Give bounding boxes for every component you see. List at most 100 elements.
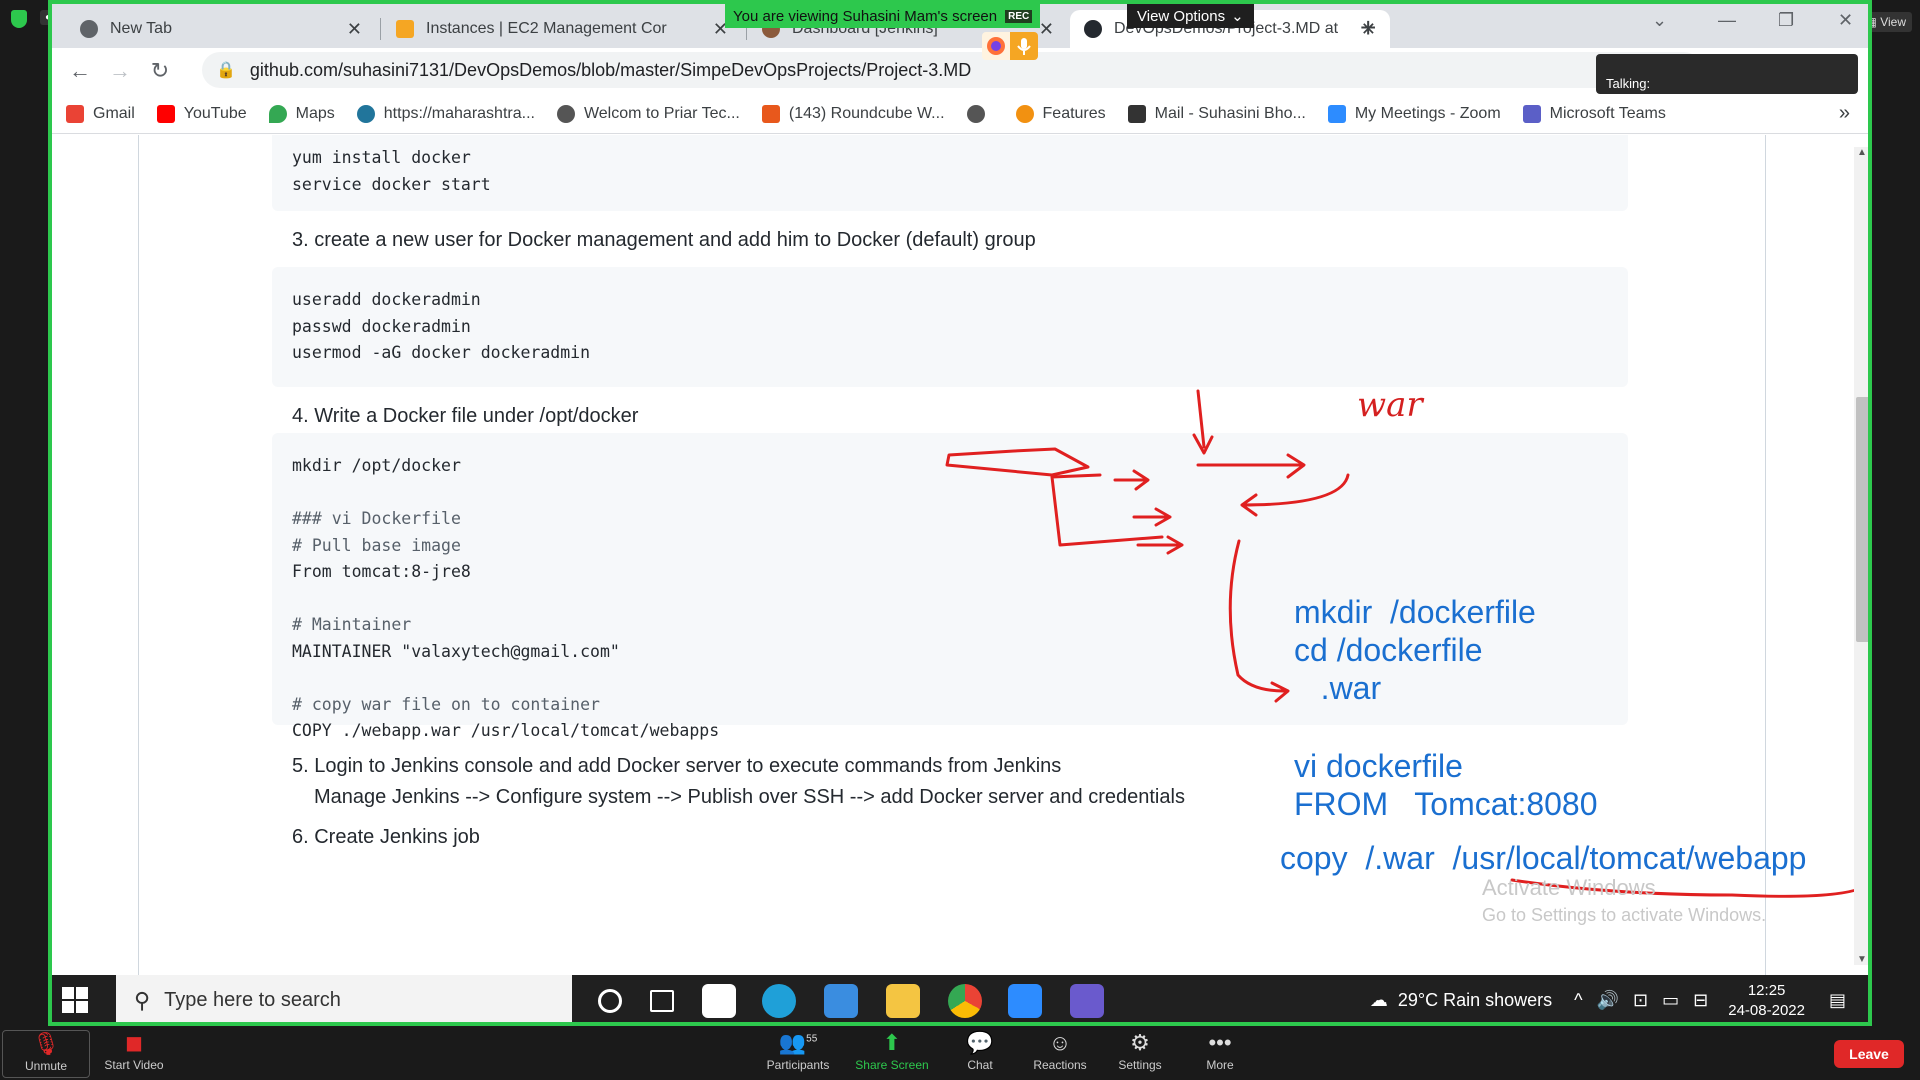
file-explorer-icon[interactable] bbox=[886, 984, 920, 1018]
gmail-icon bbox=[66, 104, 84, 123]
youtube-icon bbox=[156, 104, 175, 123]
more-dots-icon: ••• bbox=[1208, 1030, 1232, 1055]
clock-date: 24-08-2022 bbox=[1728, 1001, 1805, 1019]
step-3-text: 3. create a new user for Docker manageme… bbox=[292, 229, 1036, 251]
reactions-button[interactable]: ☺ Reactions bbox=[1020, 1030, 1100, 1072]
chevron-down-icon: ⌄ bbox=[1231, 8, 1244, 25]
bookmark-priar[interactable]: Welcom to Priar Tec... bbox=[556, 104, 740, 123]
features-icon bbox=[1015, 104, 1034, 123]
share-screen-button[interactable]: ⬆ Share Screen bbox=[852, 1030, 932, 1072]
leave-button[interactable]: Leave bbox=[1834, 1040, 1904, 1068]
bookmark-teams[interactable]: Microsoft Teams bbox=[1522, 104, 1666, 123]
clock[interactable]: 12:25 24-08-2022 bbox=[1728, 981, 1805, 1021]
microphone-icon bbox=[1010, 32, 1038, 60]
chrome-taskbar-icon[interactable] bbox=[948, 984, 982, 1018]
bookmark-maharashtra[interactable]: https://maharashtra... bbox=[356, 104, 535, 123]
weather-icon[interactable]: ☁ bbox=[1370, 990, 1388, 1011]
notifications-icon[interactable]: ▤ bbox=[1829, 990, 1846, 1011]
bookmark-roundcube[interactable]: (143) Roundcube W... bbox=[761, 104, 945, 123]
mail-icon[interactable] bbox=[824, 984, 858, 1018]
tab-new-tab[interactable]: New Tab ✕ bbox=[66, 10, 376, 48]
share-indicators bbox=[982, 32, 1038, 60]
tab-search-chevron-icon[interactable]: ⌄ bbox=[1652, 10, 1667, 31]
restore-button[interactable]: ❐ bbox=[1778, 10, 1794, 31]
view-options-button[interactable]: View Options ⌄ bbox=[1127, 4, 1254, 28]
page-scrollbar[interactable]: ▲ ▼ bbox=[1854, 147, 1868, 965]
bookmark-globe[interactable] bbox=[966, 104, 994, 123]
clock-time: 12:25 bbox=[1747, 981, 1786, 999]
reload-icon[interactable]: ↻ bbox=[140, 58, 180, 84]
cortana-icon[interactable] bbox=[598, 989, 622, 1013]
search-placeholder: Type here to search bbox=[164, 989, 341, 1011]
tab-ec2-instances[interactable]: Instances | EC2 Management Cor ✕ bbox=[382, 10, 742, 48]
task-view-icon[interactable] bbox=[650, 990, 674, 1012]
new-tab-button[interactable]: + bbox=[1360, 12, 1376, 44]
taskbar-search-input[interactable]: ⚲ Type here to search bbox=[116, 975, 572, 1022]
firefox-icon bbox=[982, 32, 1010, 60]
weather-text[interactable]: 29°C Rain showers bbox=[1398, 990, 1552, 1011]
lock-icon[interactable]: 🔒 bbox=[216, 60, 236, 80]
show-hidden-icons-chevron-icon[interactable]: ^ bbox=[1574, 990, 1582, 1011]
microsoft-store-icon[interactable] bbox=[702, 984, 736, 1018]
scrollbar-thumb[interactable] bbox=[1856, 397, 1868, 642]
tab-title: Instances | EC2 Management Cor bbox=[426, 20, 667, 37]
annotation-copy-line: copy /.war /usr/local/tomcat/webapp bbox=[1280, 840, 1807, 876]
security-shield-icon[interactable] bbox=[11, 10, 27, 28]
muted-microphone-icon: 🎙 bbox=[32, 1031, 60, 1056]
more-button[interactable]: ••• More bbox=[1180, 1030, 1260, 1072]
start-video-button[interactable]: ◼ Start Video bbox=[94, 1030, 174, 1072]
shared-screen: New Tab ✕ Instances | EC2 Management Cor… bbox=[48, 0, 1872, 1026]
gear-icon: ⚙ bbox=[1130, 1030, 1150, 1055]
participants-button[interactable]: 👥55 Participants bbox=[758, 1030, 838, 1072]
rec-indicator: REC bbox=[1005, 9, 1033, 23]
bookmark-mail[interactable]: Mail - Suhasini Bho... bbox=[1127, 104, 1306, 123]
video-off-icon: ◼ bbox=[124, 1030, 144, 1055]
zoom-taskbar-icon[interactable] bbox=[1008, 984, 1042, 1018]
minimize-button[interactable]: — bbox=[1718, 10, 1736, 31]
unmute-button[interactable]: 🎙 Unmute bbox=[2, 1030, 90, 1078]
bookmark-youtube[interactable]: YouTube bbox=[156, 104, 247, 123]
close-tab-icon[interactable]: ✕ bbox=[1039, 19, 1054, 40]
reactions-icon: ☺ bbox=[1048, 1030, 1072, 1055]
close-tab-icon[interactable]: ✕ bbox=[347, 19, 362, 40]
activate-windows-watermark: Activate Windows Go to Settings to activ… bbox=[1482, 875, 1767, 925]
globe-icon bbox=[556, 104, 575, 123]
back-arrow-icon[interactable]: ← bbox=[60, 58, 100, 84]
remote-desktop-icon[interactable] bbox=[1070, 984, 1104, 1018]
windows-taskbar: ⚲ Type here to search ☁ 29°C Rain shower… bbox=[52, 975, 1868, 1022]
system-tray: ☁ 29°C Rain showers ^ 🔊 ⊡ ▭ ⊟ 12:25 24-0… bbox=[1370, 975, 1868, 1022]
participants-icon: 👥55 bbox=[778, 1030, 818, 1055]
close-window-button[interactable]: ✕ bbox=[1838, 10, 1853, 31]
teams-icon bbox=[1522, 104, 1541, 123]
bookmark-zoom-meetings[interactable]: My Meetings - Zoom bbox=[1327, 104, 1501, 123]
annotation-block-1: mkdir /dockerfile cd /dockerfile .war bbox=[1294, 594, 1536, 706]
code-block-install-docker: yum install docker service docker start bbox=[272, 135, 1628, 211]
edge-icon[interactable] bbox=[762, 984, 796, 1018]
display-icon[interactable]: ⊟ bbox=[1693, 990, 1708, 1011]
viewing-banner-text: You are viewing Suhasini Mam's screen bbox=[733, 7, 998, 25]
mail-ox-icon bbox=[1127, 104, 1146, 123]
more-bookmarks-icon[interactable]: » bbox=[1839, 102, 1850, 125]
maps-icon bbox=[268, 104, 287, 123]
bookmark-maps[interactable]: Maps bbox=[268, 104, 335, 123]
bookmark-features[interactable]: Features bbox=[1015, 104, 1106, 123]
bookmarks-bar: Gmail YouTube Maps https://maharashtra..… bbox=[52, 94, 1868, 134]
windows-start-icon[interactable] bbox=[60, 985, 90, 1015]
volume-icon[interactable]: 🔊 bbox=[1597, 990, 1619, 1011]
settings-button[interactable]: ⚙ Settings bbox=[1100, 1030, 1180, 1072]
github-page: yum install docker service docker start 3… bbox=[52, 135, 1868, 975]
step-6-text: 6. Create Jenkins job bbox=[292, 826, 480, 848]
step-5-text: 5. Login to Jenkins console and add Dock… bbox=[292, 755, 1062, 777]
address-bar[interactable]: 🔒 github.com/suhasini7131/DevOpsDemos/bl… bbox=[202, 52, 1702, 88]
globe-icon bbox=[966, 104, 985, 123]
step-4-text: 4. Write a Docker file under /opt/docker bbox=[292, 405, 639, 427]
viewing-banner: You are viewing Suhasini Mam's screen RE… bbox=[725, 4, 1041, 28]
cpanel-icon bbox=[761, 104, 780, 123]
bookmark-gmail[interactable]: Gmail bbox=[66, 104, 135, 123]
battery-icon[interactable]: ▭ bbox=[1662, 990, 1679, 1011]
network-icon[interactable]: ⊡ bbox=[1633, 990, 1648, 1011]
scroll-up-arrow-icon: ▲ bbox=[1857, 147, 1867, 158]
chat-button[interactable]: 💬 Chat bbox=[940, 1030, 1020, 1072]
forward-arrow-icon[interactable]: → bbox=[100, 58, 140, 84]
zoom-icon bbox=[1327, 104, 1346, 123]
